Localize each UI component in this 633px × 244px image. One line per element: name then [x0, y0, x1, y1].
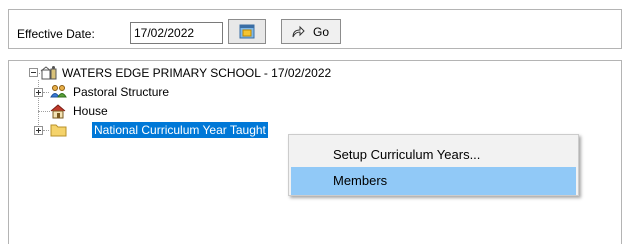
tree-connector — [43, 130, 49, 131]
tree-connector — [43, 92, 49, 93]
house-icon — [50, 104, 66, 119]
go-button-label: Go — [313, 25, 330, 39]
menu-item-setup-curriculum-years[interactable]: Setup Curriculum Years... — [291, 141, 576, 169]
root-collapse-toggle[interactable] — [29, 68, 38, 77]
people-icon — [50, 85, 67, 98]
tree-node-label[interactable]: Pastoral Structure — [73, 85, 169, 100]
curriculum-expand-toggle[interactable] — [34, 126, 43, 135]
effective-date-label: Effective Date: — [17, 27, 95, 41]
effective-date-input[interactable] — [130, 22, 223, 44]
calendar-button[interactable] — [228, 19, 266, 44]
go-button[interactable]: Go — [281, 19, 341, 44]
school-icon — [40, 66, 57, 80]
calendar-icon — [239, 24, 255, 39]
context-menu: Setup Curriculum Years... Members — [288, 134, 579, 196]
tree-connector — [38, 111, 50, 112]
go-arrow-icon — [292, 25, 305, 38]
menu-item-members[interactable]: Members — [291, 167, 576, 195]
tree-node-label-selected[interactable]: National Curriculum Year Taught — [92, 122, 268, 138]
pastoral-structure-expand-toggle[interactable] — [34, 88, 43, 97]
tree-root-label[interactable]: WATERS EDGE PRIMARY SCHOOL - 17/02/2022 — [62, 66, 331, 81]
tree-node-label[interactable]: House — [73, 104, 108, 119]
folder-icon — [50, 124, 67, 137]
